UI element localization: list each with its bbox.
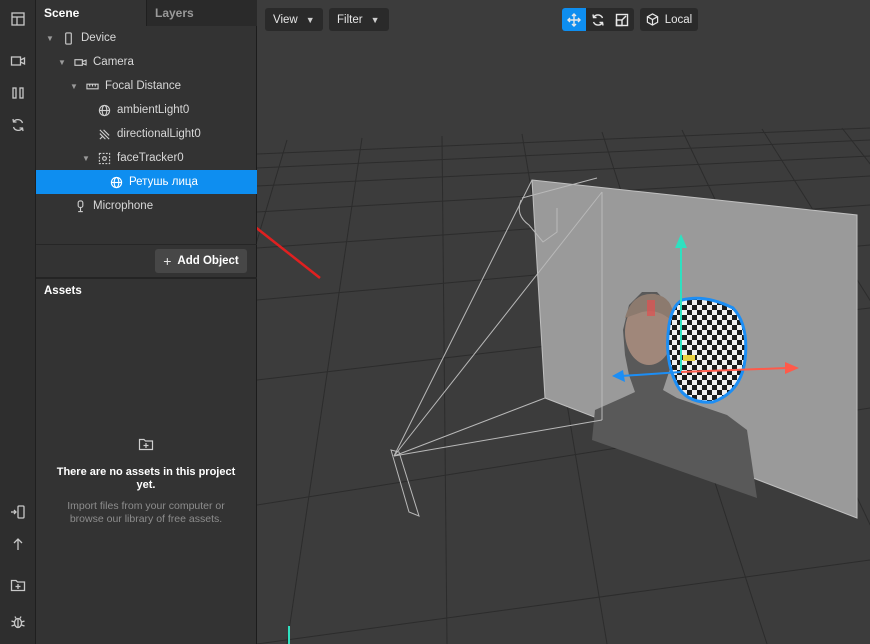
- tree-item-device[interactable]: ▼ Device: [36, 26, 257, 50]
- view-label: View: [273, 13, 298, 26]
- tree-item-label: ambientLight0: [117, 104, 190, 116]
- ruler-icon: [85, 79, 99, 93]
- filter-label: Filter: [337, 13, 363, 26]
- add-object-button[interactable]: + Add Object: [155, 249, 247, 273]
- send-to-device-icon[interactable]: [6, 500, 30, 524]
- local-label: Local: [664, 13, 693, 26]
- tree-item-ambient-light[interactable]: ambientLight0: [36, 98, 257, 122]
- expand-arrow-icon[interactable]: ▼: [69, 81, 79, 91]
- divider: [36, 277, 257, 279]
- device-icon: [61, 31, 75, 45]
- microphone-icon: [73, 199, 87, 213]
- expand-arrow-icon[interactable]: ▼: [45, 33, 55, 43]
- tree-item-face-retouch[interactable]: Ретушь лица: [36, 170, 257, 194]
- assets-empty-state: There are no assets in this project yet.…: [56, 436, 236, 526]
- tree-item-camera[interactable]: ▼ Camera: [36, 50, 257, 74]
- assets-empty-heading: There are no assets in this project yet.: [56, 466, 236, 491]
- add-folder-icon: [138, 438, 154, 455]
- assets-title: Assets: [44, 285, 82, 297]
- tree-item-label: Focal Distance: [105, 80, 182, 92]
- rotate-icon[interactable]: [586, 8, 610, 31]
- chevron-down-icon: ▼: [370, 14, 380, 25]
- scene-panel: Scene Layers ▼ Device ▼ Camera ▼ Focal D…: [36, 0, 257, 644]
- add-object-label: Add Object: [177, 255, 239, 267]
- tab-layers[interactable]: Layers: [146, 0, 257, 26]
- view-dropdown[interactable]: View ▼: [265, 8, 323, 31]
- pause-icon[interactable]: [6, 81, 30, 105]
- tree-item-face-tracker[interactable]: ▼ faceTracker0: [36, 146, 257, 170]
- tree-item-label: Device: [81, 32, 117, 44]
- tree-item-label: faceTracker0: [117, 152, 184, 164]
- left-toolbar: [0, 0, 36, 644]
- add-folder-icon[interactable]: [6, 573, 30, 597]
- assets-empty-desc: Import files from your computer or brows…: [67, 500, 225, 525]
- 3d-viewport[interactable]: View ▼ Filter ▼ Local: [257, 0, 870, 644]
- cube-icon: [646, 13, 658, 26]
- bug-icon[interactable]: [6, 610, 30, 634]
- panel-tabs: Scene Layers: [36, 0, 257, 26]
- scale-icon[interactable]: [610, 8, 634, 31]
- local-space-toggle[interactable]: Local: [640, 8, 698, 31]
- filter-dropdown[interactable]: Filter ▼: [329, 8, 389, 31]
- camera-icon: [73, 55, 87, 69]
- globe-icon: [109, 175, 123, 189]
- tree-item-microphone[interactable]: Microphone: [36, 194, 257, 218]
- upload-icon[interactable]: [6, 532, 30, 556]
- expand-arrow-icon[interactable]: ▼: [81, 153, 91, 163]
- tree-item-label: directionalLight0: [117, 128, 201, 140]
- divider: [36, 244, 257, 245]
- viewport-scene[interactable]: [257, 0, 870, 644]
- face-tracker-icon: [97, 151, 111, 165]
- expand-arrow-icon[interactable]: ▼: [57, 57, 67, 67]
- refresh-icon[interactable]: [6, 113, 30, 137]
- tree-item-directional-light[interactable]: directionalLight0: [36, 122, 257, 146]
- globe-icon: [97, 103, 111, 117]
- video-camera-icon[interactable]: [6, 49, 30, 73]
- tree-item-label: Microphone: [93, 200, 154, 212]
- transform-tools: [562, 8, 634, 31]
- tree-item-label: Camera: [93, 56, 134, 68]
- tree-item-focal-distance[interactable]: ▼ Focal Distance: [36, 74, 257, 98]
- face-mesh[interactable]: [666, 296, 748, 404]
- layout-icon[interactable]: [6, 7, 30, 31]
- move-icon[interactable]: [562, 8, 586, 31]
- plus-icon: +: [163, 253, 172, 269]
- tab-scene[interactable]: Scene: [36, 0, 146, 26]
- chevron-down-icon: ▼: [305, 14, 315, 25]
- annotation-arrow: [257, 226, 321, 279]
- tree-item-label: Ретушь лица: [129, 176, 198, 188]
- directional-light-icon: [97, 127, 111, 141]
